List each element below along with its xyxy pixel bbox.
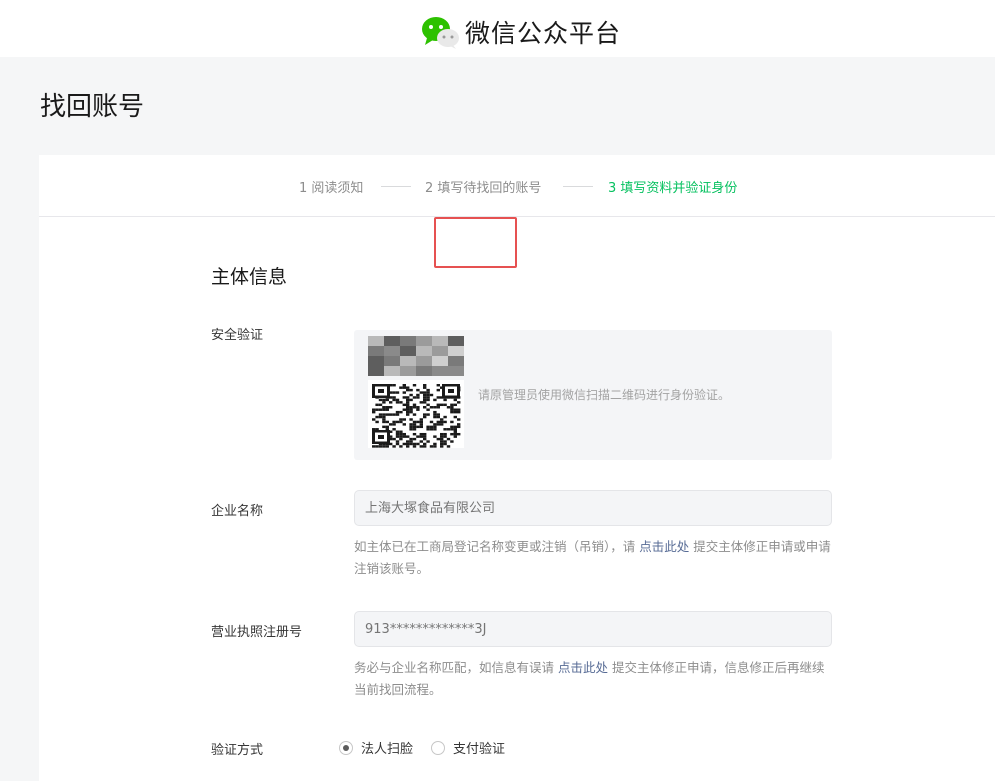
radio-checked-icon bbox=[339, 740, 353, 755]
wechat-logo-icon bbox=[419, 14, 461, 50]
qr-code[interactable] bbox=[368, 336, 464, 448]
page-title: 找回账号 bbox=[40, 92, 145, 122]
license-help-text: 务必与企业名称匹配，如信息有误请 bbox=[354, 660, 558, 675]
company-label: 企业名称 bbox=[211, 504, 264, 519]
company-name-input[interactable] bbox=[354, 490, 832, 526]
radio-unchecked-icon bbox=[431, 740, 446, 755]
license-correction-link[interactable]: 点击此处 bbox=[558, 660, 608, 675]
section-title: 主体信息 bbox=[211, 266, 288, 288]
form-card: 1 阅读须知 2 填写待找回的账号 3 填写资料并验证身份 主体信息 安全验证 … bbox=[39, 155, 995, 781]
radio-payment-verify-label: 支付验证 bbox=[453, 742, 506, 757]
radio-face-scan-label: 法人扫脸 bbox=[361, 742, 414, 757]
step-indicator: 1 阅读须知 2 填写待找回的账号 3 填写资料并验证身份 bbox=[39, 155, 995, 217]
company-help: 如主体已在工商局登记名称变更或注销（吊销），请 点击此处 提交主体修正申请或申请… bbox=[354, 536, 832, 580]
brand-name: 微信公众平台 bbox=[465, 19, 622, 48]
company-help-text: 如主体已在工商局登记名称变更或注销（吊销），请 bbox=[354, 539, 640, 554]
license-number-input[interactable] bbox=[354, 611, 832, 647]
verify-method-label: 验证方式 bbox=[211, 743, 264, 758]
step-divider bbox=[381, 186, 411, 187]
verify-method-radio-group: 法人扫脸 支付验证 bbox=[339, 738, 523, 757]
qr-panel: 请原管理员使用微信扫描二维码进行身份验证。 bbox=[354, 330, 832, 460]
license-help: 务必与企业名称匹配，如信息有误请 点击此处 提交主体修正申请，信息修正后再继续当… bbox=[354, 657, 832, 701]
license-label: 营业执照注册号 bbox=[211, 625, 303, 640]
company-correction-link[interactable]: 点击此处 bbox=[639, 539, 689, 554]
highlight-box bbox=[434, 217, 517, 268]
step-divider bbox=[563, 186, 593, 187]
security-label: 安全验证 bbox=[211, 328, 264, 343]
qr-tip: 请原管理员使用微信扫描二维码进行身份验证。 bbox=[478, 388, 731, 402]
step-1: 1 阅读须知 bbox=[299, 181, 364, 196]
step-3: 3 填写资料并验证身份 bbox=[608, 181, 738, 196]
top-bar: 微信公众平台 bbox=[0, 0, 995, 57]
brand[interactable]: 微信公众平台 bbox=[419, 14, 621, 50]
step-2: 2 填写待找回的账号 bbox=[425, 181, 542, 196]
radio-payment-verify[interactable]: 支付验证 bbox=[431, 738, 505, 757]
radio-face-scan[interactable]: 法人扫脸 bbox=[339, 738, 413, 757]
